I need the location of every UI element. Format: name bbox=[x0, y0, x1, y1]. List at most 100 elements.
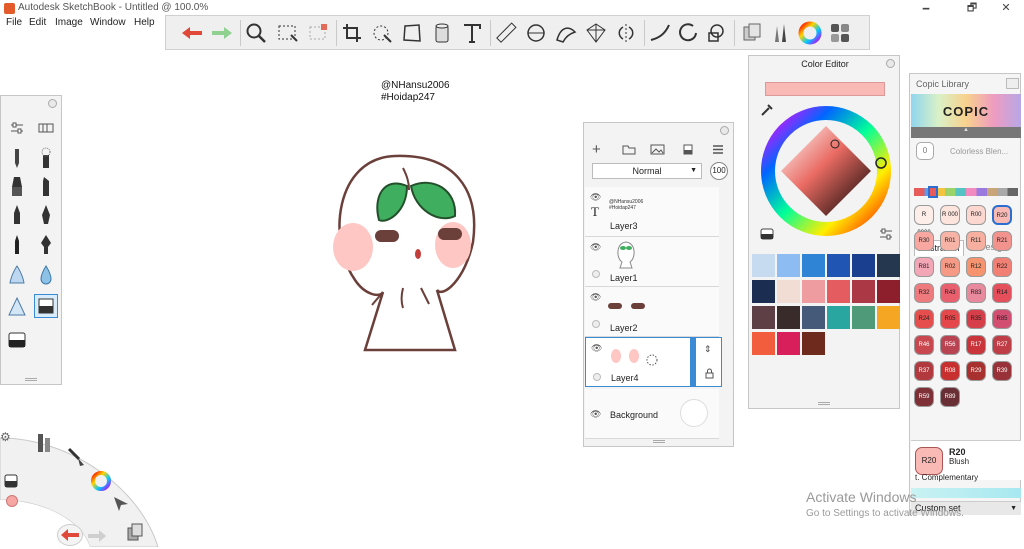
marker-brush-icon[interactable] bbox=[5, 174, 29, 198]
copic-marker-button[interactable]: R24 bbox=[914, 309, 934, 329]
redo-icon[interactable] bbox=[208, 20, 236, 46]
color-swatch[interactable] bbox=[877, 306, 900, 329]
copic-marker-button[interactable]: R89 bbox=[940, 387, 960, 407]
copic-marker-button[interactable]: R39 bbox=[992, 361, 1012, 381]
french-curve-icon[interactable] bbox=[552, 20, 580, 46]
layers-icon[interactable] bbox=[126, 522, 144, 545]
perspective-icon[interactable] bbox=[582, 20, 610, 46]
layer-lock-dot[interactable] bbox=[593, 373, 601, 381]
undo-button[interactable] bbox=[57, 524, 83, 546]
copic-marker-button[interactable]: R32 bbox=[914, 283, 934, 303]
soft-eraser-icon[interactable] bbox=[5, 262, 29, 286]
copic-marker-button[interactable]: R30 bbox=[914, 231, 934, 251]
color-swatch[interactable] bbox=[802, 306, 825, 329]
menu-window[interactable]: Window bbox=[90, 17, 126, 28]
chevron-up-icon[interactable]: ▲ bbox=[911, 127, 1021, 138]
copic-library-icon[interactable] bbox=[826, 20, 854, 46]
crop-icon[interactable] bbox=[338, 20, 366, 46]
color-swatch[interactable] bbox=[852, 254, 875, 277]
stroke-circle-icon[interactable] bbox=[674, 20, 702, 46]
color-swatch[interactable] bbox=[752, 306, 775, 329]
color-wheel[interactable] bbox=[759, 104, 893, 238]
block-eraser-icon[interactable] bbox=[5, 328, 29, 352]
layer-row[interactable]: 👁 T @NHansu2006 #Hoidap247 Layer3 bbox=[585, 187, 719, 237]
current-color-dot[interactable] bbox=[6, 495, 18, 507]
ellipse-guide-icon[interactable] bbox=[522, 20, 550, 46]
eye-icon[interactable]: 👁 bbox=[590, 292, 601, 303]
color-swatch[interactable] bbox=[852, 280, 875, 303]
color-settings-icon[interactable] bbox=[879, 228, 893, 243]
copic-marker-button[interactable]: R37 bbox=[914, 361, 934, 381]
panel-grip[interactable] bbox=[25, 378, 37, 381]
copic-marker-button[interactable]: R29 bbox=[966, 361, 986, 381]
menu-help[interactable]: Help bbox=[134, 17, 155, 28]
lock-icon[interactable] bbox=[705, 368, 714, 382]
stroke-line-icon[interactable] bbox=[646, 20, 674, 46]
copic-marker-button[interactable]: R43 bbox=[940, 283, 960, 303]
color-swatch[interactable] bbox=[827, 306, 850, 329]
blur-drop-icon[interactable] bbox=[34, 262, 58, 286]
brush-library-icon[interactable] bbox=[766, 20, 794, 46]
undo-icon[interactable] bbox=[178, 20, 206, 46]
copic-marker-button[interactable]: R35 bbox=[966, 309, 986, 329]
copic-marker-button[interactable]: R 000 bbox=[940, 205, 960, 225]
bucket-icon[interactable] bbox=[428, 20, 456, 46]
color-swatch[interactable] bbox=[752, 332, 775, 355]
add-image-icon[interactable] bbox=[650, 144, 665, 158]
menu-file[interactable]: File bbox=[6, 17, 22, 28]
menu-image[interactable]: Image bbox=[55, 17, 83, 28]
clear-select-icon[interactable] bbox=[304, 20, 332, 46]
copic-marker-button[interactable]: R05 bbox=[940, 309, 960, 329]
copic-marker-button[interactable]: R20 bbox=[992, 205, 1012, 225]
panel-grip[interactable] bbox=[818, 402, 830, 405]
clear-layer-icon[interactable] bbox=[682, 144, 694, 158]
color-swatch[interactable] bbox=[852, 306, 875, 329]
selected-marker-swatch[interactable]: R20 bbox=[915, 447, 943, 475]
add-group-icon[interactable] bbox=[622, 144, 636, 158]
color-swatch[interactable] bbox=[827, 254, 850, 277]
menu-edit[interactable]: Edit bbox=[29, 17, 46, 28]
fountain-pen-icon[interactable] bbox=[34, 232, 58, 256]
color-swatch[interactable] bbox=[777, 254, 800, 277]
color-wheel-icon[interactable] bbox=[90, 470, 112, 495]
copic-marker-button[interactable]: R17 bbox=[966, 335, 986, 355]
copic-marker-button[interactable]: R22 bbox=[992, 257, 1012, 277]
minimize-button[interactable]: 🗕 bbox=[906, 0, 946, 17]
copic-marker-button[interactable]: R01 bbox=[940, 231, 960, 251]
copic-toggle-icon[interactable] bbox=[760, 228, 774, 243]
close-icon[interactable] bbox=[720, 126, 729, 135]
copic-marker-button[interactable]: R21 bbox=[992, 231, 1012, 251]
background-color-swatch[interactable] bbox=[680, 399, 708, 427]
airbrush-icon[interactable] bbox=[34, 146, 58, 170]
pencil-brush-icon[interactable] bbox=[5, 146, 29, 170]
ink-pen-icon[interactable] bbox=[34, 202, 58, 226]
color-swatch[interactable] bbox=[827, 280, 850, 303]
paintbrush-icon[interactable] bbox=[66, 446, 86, 471]
copic-marker-button[interactable]: R12 bbox=[966, 257, 986, 277]
copic-marker-button[interactable]: R59 bbox=[914, 387, 934, 407]
cursor-icon[interactable] bbox=[112, 495, 130, 516]
ballpoint-pen-icon[interactable] bbox=[5, 232, 29, 256]
copic-marker-button[interactable]: R11 bbox=[966, 231, 986, 251]
color-swatch[interactable] bbox=[802, 280, 825, 303]
color-swatch[interactable] bbox=[777, 280, 800, 303]
copic-marker-button[interactable]: R14 bbox=[992, 283, 1012, 303]
color-swatch[interactable] bbox=[777, 332, 800, 355]
eye-icon[interactable]: 👁 bbox=[590, 192, 601, 203]
move-layer-icon[interactable]: ⇕ bbox=[704, 344, 712, 355]
color-swatch[interactable] bbox=[802, 254, 825, 277]
close-button[interactable]: ✕ bbox=[986, 0, 1024, 17]
eraser-selected-icon[interactable] bbox=[34, 294, 58, 318]
opacity-dial[interactable]: 100 bbox=[710, 162, 728, 180]
ruler-icon[interactable] bbox=[492, 20, 520, 46]
layer-row[interactable]: 👁 Layer2 bbox=[585, 287, 719, 337]
color-wheel-icon[interactable] bbox=[796, 20, 824, 46]
copic-marker-button[interactable]: R02 bbox=[940, 257, 960, 277]
current-color-swatch[interactable] bbox=[765, 82, 885, 96]
zoom-icon[interactable] bbox=[242, 20, 270, 46]
eye-icon[interactable]: 👁 bbox=[591, 343, 602, 354]
copic-marker-button[interactable]: R46 bbox=[914, 335, 934, 355]
layer-lock-dot[interactable] bbox=[592, 320, 600, 328]
brush-tools-icon[interactable] bbox=[35, 432, 53, 457]
color-swatch[interactable] bbox=[802, 332, 825, 355]
